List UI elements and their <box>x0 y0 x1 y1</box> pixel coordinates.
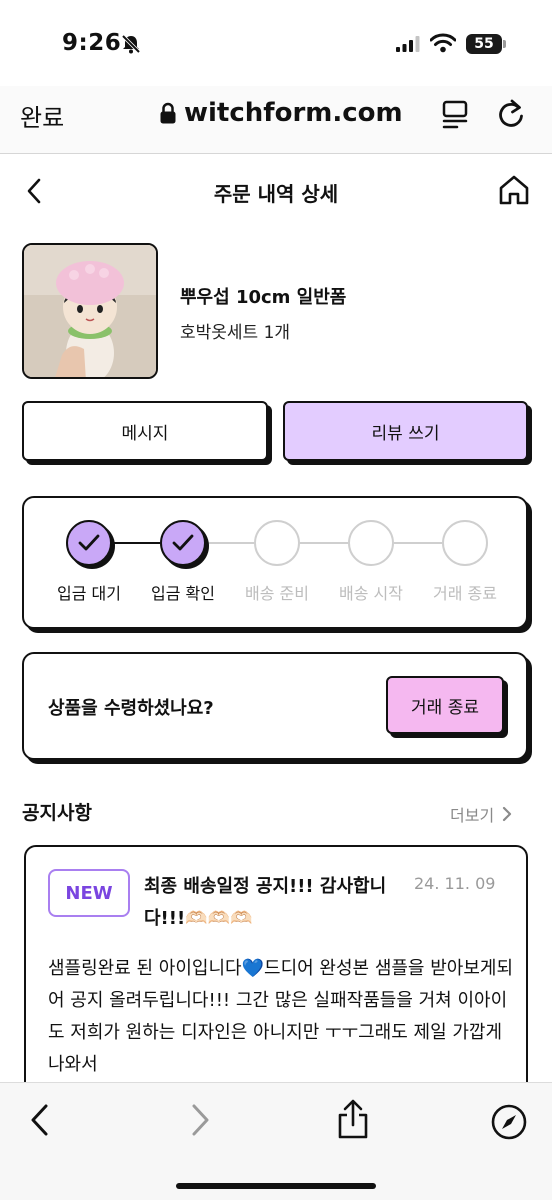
receive-confirmation-card: 상품을 수령하셨나요? 거래 종료 <box>22 652 528 760</box>
step-connector <box>206 542 254 544</box>
finish-transaction-button[interactable]: 거래 종료 <box>386 676 504 734</box>
step-3-circle <box>254 520 300 566</box>
notice-section-title: 공지사항 <box>22 802 92 824</box>
home-icon[interactable] <box>498 174 530 210</box>
browser-toolbar <box>0 1082 552 1200</box>
step-label: 거래 종료 <box>433 584 497 603</box>
check-icon <box>78 534 100 551</box>
step-2-circle <box>160 520 206 566</box>
forward-icon[interactable] <box>190 1103 210 1141</box>
reload-icon[interactable] <box>496 98 526 134</box>
reader-mode-icon[interactable] <box>442 100 470 134</box>
battery-icon: 55 <box>466 34 502 54</box>
product-image <box>22 243 158 379</box>
page-header: 주문 내역 상세 <box>0 160 552 224</box>
step-label: 배송 시작 <box>339 584 403 603</box>
address-bar[interactable]: witchform.com <box>160 98 403 128</box>
order-progress-card: 입금 대기 입금 확인 배송 준비 배송 시작 거래 종료 <box>22 496 528 629</box>
compass-icon[interactable] <box>490 1103 528 1145</box>
step-1-circle <box>66 520 112 566</box>
message-button[interactable]: 메시지 <box>22 401 268 461</box>
notice-date: 24. 11. 09 <box>414 874 496 893</box>
home-indicator <box>176 1183 376 1189</box>
url-text: witchform.com <box>184 98 403 128</box>
step-label: 입금 확인 <box>151 584 215 603</box>
step-connector <box>394 542 442 544</box>
product-name: 뿌우섭 10cm 일반폼 <box>180 287 347 308</box>
wifi-icon <box>429 33 457 57</box>
new-badge: NEW <box>48 869 130 917</box>
more-link[interactable]: 더보기 <box>450 802 512 826</box>
status-time: 9:26 <box>62 30 122 56</box>
more-label: 더보기 <box>450 806 495 825</box>
page-title: 주문 내역 상세 <box>213 182 339 206</box>
step-connector <box>300 542 348 544</box>
cellular-signal-icon <box>396 36 422 56</box>
browser-bar: 완료 witchform.com <box>0 86 552 154</box>
receive-question: 상품을 수령하셨나요? <box>48 698 214 719</box>
lock-icon <box>160 102 176 124</box>
step-5-circle <box>442 520 488 566</box>
check-icon <box>172 534 194 551</box>
write-review-button[interactable]: 리뷰 쓰기 <box>283 401 528 461</box>
share-icon[interactable] <box>336 1099 370 1143</box>
done-button[interactable]: 완료 <box>20 98 64 133</box>
notice-headline: 최종 배송일정 공지!!! 감사합니다!!!🫶🏻🫶🏻🫶🏻 <box>144 876 387 929</box>
notice-body: 샘플링완료 된 아이입니다💙드디어 완성본 샘플을 받아보게되어 공지 올려두립… <box>48 958 514 1075</box>
product-option: 호박옷세트 1개 <box>180 323 291 343</box>
step-connector <box>112 542 160 544</box>
step-label: 입금 대기 <box>57 584 121 603</box>
chevron-right-icon <box>503 806 512 822</box>
step-label: 배송 준비 <box>245 584 309 603</box>
bell-muted-icon <box>120 33 142 59</box>
status-bar: 9:26 55 <box>0 0 552 90</box>
step-4-circle <box>348 520 394 566</box>
back-icon[interactable] <box>30 1103 50 1141</box>
battery-cap <box>503 40 506 48</box>
